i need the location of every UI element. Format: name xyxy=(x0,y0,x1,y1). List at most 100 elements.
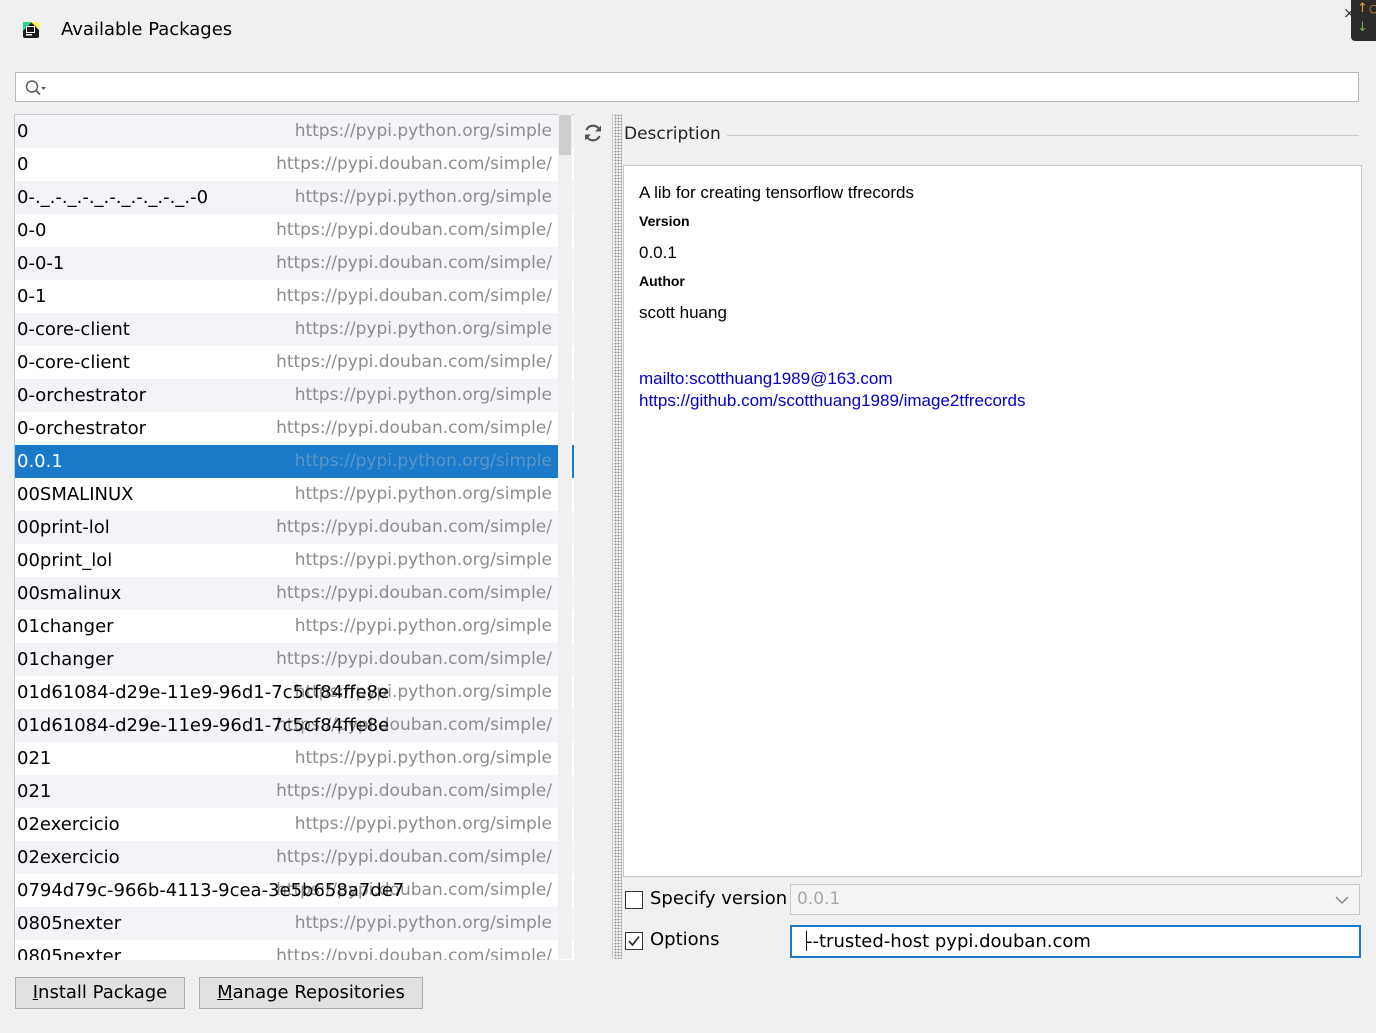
package-row[interactable]: 021 https://pypi.douban.com/simple/ xyxy=(15,775,574,808)
package-name: 0-core-client xyxy=(17,319,130,340)
package-name: 0-0-1 xyxy=(17,253,65,274)
package-name: 00SMALINUX xyxy=(17,484,134,505)
package-name: 0-orchestrator xyxy=(17,418,147,439)
package-row[interactable]: 0 https://pypi.python.org/simple xyxy=(15,115,574,148)
package-summary: A lib for creating tensorflow tfrecords xyxy=(639,183,914,202)
package-row[interactable]: 01changer https://pypi.douban.com/simple/ xyxy=(15,643,574,676)
package-name: 0 xyxy=(17,121,29,142)
search-box[interactable] xyxy=(15,72,1359,102)
package-row[interactable]: 01changer https://pypi.python.org/simple xyxy=(15,610,574,643)
package-row[interactable]: 00print_lol https://pypi.python.org/simpl… xyxy=(15,544,574,577)
window-title: Available Packages xyxy=(61,19,233,40)
search-icon[interactable] xyxy=(24,79,48,97)
package-repo: https://pypi.python.org/simple xyxy=(294,385,552,405)
manage-label: anage Repositories xyxy=(232,982,405,1003)
status-ring-icon: ○ xyxy=(1369,2,1376,15)
author-label: Author xyxy=(639,273,685,289)
package-repo: https://pypi.python.org/simple xyxy=(294,319,552,339)
package-row[interactable]: 0-0 https://pypi.douban.com/simple/ xyxy=(15,214,574,247)
package-name: 0794d79c-966b-4113-9cea-3e5b658a7de7 xyxy=(17,880,405,901)
package-repo: https://pypi.douban.com/simple/ xyxy=(276,946,552,960)
package-name: 0805nexter xyxy=(17,946,122,960)
package-repo: https://pypi.python.org/simple xyxy=(294,451,552,471)
package-row[interactable]: 021 https://pypi.python.org/simple xyxy=(15,742,574,775)
package-row[interactable]: 0805nexter https://pypi.python.org/simple xyxy=(15,907,574,940)
package-name: 02exercicio xyxy=(17,814,120,835)
package-row[interactable]: 0-._.-._.-._.-._.-._.-._.-0 https://pypi.… xyxy=(15,181,574,214)
package-row[interactable]: 01d61084-d29e-11e9-96d1-7c5cf84ffe8e http… xyxy=(15,676,574,709)
package-row[interactable]: 00print-lol https://pypi.douban.com/simpl… xyxy=(15,511,574,544)
scroll-thumb[interactable] xyxy=(559,115,571,155)
arrow-up-icon: ↑ xyxy=(1357,1,1368,16)
options-input[interactable] xyxy=(790,925,1361,958)
package-name: 02exercicio xyxy=(17,847,120,868)
package-repo: https://pypi.python.org/simple xyxy=(294,121,552,141)
package-name: 00print-lol xyxy=(17,517,110,538)
version-value: 0.0.1 xyxy=(639,243,677,262)
package-list[interactable]: 0 https://pypi.python.org/simple 0 https://… xyxy=(14,114,574,960)
package-repo: https://pypi.douban.com/simple/ xyxy=(276,154,552,174)
package-row[interactable]: 0-core-client https://pypi.douban.com/sim… xyxy=(15,346,574,379)
manage-mnemonic: M xyxy=(217,982,233,1003)
manage-repositories-button[interactable]: Manage Repositories xyxy=(199,977,423,1009)
package-name: 0-1 xyxy=(17,286,47,307)
package-name: 0-0 xyxy=(17,220,47,241)
options-label: Options xyxy=(650,929,720,950)
text-caret xyxy=(806,931,807,951)
package-name: 0-._.-._.-._.-._.-._.-._.-0 xyxy=(17,187,209,208)
package-name: 01d61084-d29e-11e9-96d1-7c5cf84ffe8e xyxy=(17,682,390,703)
list-scrollbar[interactable] xyxy=(558,114,572,959)
package-row[interactable]: 0794d79c-966b-4113-9cea-3e5b658a7de7 http… xyxy=(15,874,574,907)
package-row[interactable]: 02exercicio https://pypi.douban.com/simpl… xyxy=(15,841,574,874)
package-repo: https://pypi.douban.com/simple/ xyxy=(276,847,552,867)
update-widget[interactable]: ↑ ○ ↓ xyxy=(1351,0,1376,41)
package-name: 0-core-client xyxy=(17,352,130,373)
package-repo: https://pypi.python.org/simple xyxy=(294,484,552,504)
search-input[interactable] xyxy=(54,76,1352,100)
package-row[interactable]: 0805nexter https://pypi.douban.com/simple… xyxy=(15,940,574,960)
package-row[interactable]: 0-1 https://pypi.douban.com/simple/ xyxy=(15,280,574,313)
package-row[interactable]: 02exercicio https://pypi.python.org/simpl… xyxy=(15,808,574,841)
specify-version-checkbox[interactable] xyxy=(625,891,643,909)
package-row[interactable]: 0-orchestrator https://pypi.douban.com/si… xyxy=(15,412,574,445)
refresh-icon[interactable] xyxy=(582,122,604,144)
specify-version-label: Specify version xyxy=(650,888,788,909)
arrow-down-icon: ↓ xyxy=(1357,20,1368,35)
chevron-down-icon xyxy=(1335,896,1349,905)
package-row[interactable]: 00SMALINUX https://pypi.python.org/simple xyxy=(15,478,574,511)
install-label: nstall Package xyxy=(38,982,168,1003)
package-row[interactable]: 01d61084-d29e-11e9-96d1-7c5cf84ffe8e http… xyxy=(15,709,574,742)
version-select-value: 0.0.1 xyxy=(797,889,841,909)
package-row[interactable]: 0-orchestrator https://pypi.python.org/si… xyxy=(15,379,574,412)
package-name: 01changer xyxy=(17,616,114,637)
package-repo: https://pypi.douban.com/simple/ xyxy=(276,649,552,669)
checkmark-icon xyxy=(628,936,640,947)
package-name: 01changer xyxy=(17,649,114,670)
package-repo: https://pypi.douban.com/simple/ xyxy=(276,352,552,372)
package-row[interactable]: 0-0-1 https://pypi.douban.com/simple/ xyxy=(15,247,574,280)
package-name: 0805nexter xyxy=(17,913,122,934)
description-header: Description xyxy=(624,124,727,144)
package-row-selected[interactable]: 0.0.1 https://pypi.python.org/simple xyxy=(15,445,574,478)
package-repo: https://pypi.douban.com/simple/ xyxy=(276,517,552,537)
install-package-button[interactable]: Install Package xyxy=(15,977,185,1009)
package-row[interactable]: 0 https://pypi.douban.com/simple/ xyxy=(15,148,574,181)
package-repo: https://pypi.douban.com/simple/ xyxy=(276,286,552,306)
homepage-link[interactable]: https://github.com/scotthuang1989/image2… xyxy=(639,391,1026,411)
package-name: 021 xyxy=(17,748,52,769)
version-select[interactable]: 0.0.1 xyxy=(790,884,1360,915)
package-name: 0.0.1 xyxy=(17,451,63,472)
package-name: 0 xyxy=(17,154,29,175)
author-value: scott huang xyxy=(639,303,727,322)
splitter-handle[interactable] xyxy=(614,114,622,959)
package-row[interactable]: 0-core-client https://pypi.python.org/sim… xyxy=(15,313,574,346)
description-panel: A lib for creating tensorflow tfrecords … xyxy=(623,165,1362,877)
description-divider xyxy=(724,135,1359,136)
package-name: 00smalinux xyxy=(17,583,122,604)
package-repo: https://pypi.python.org/simple xyxy=(294,187,552,207)
package-repo: https://pypi.douban.com/simple/ xyxy=(276,583,552,603)
package-repo: https://pypi.douban.com/simple/ xyxy=(276,781,552,801)
author-email-link[interactable]: mailto:scotthuang1989@163.com xyxy=(639,369,893,389)
package-row[interactable]: 00smalinux https://pypi.douban.com/simple… xyxy=(15,577,574,610)
options-checkbox[interactable] xyxy=(625,932,643,950)
